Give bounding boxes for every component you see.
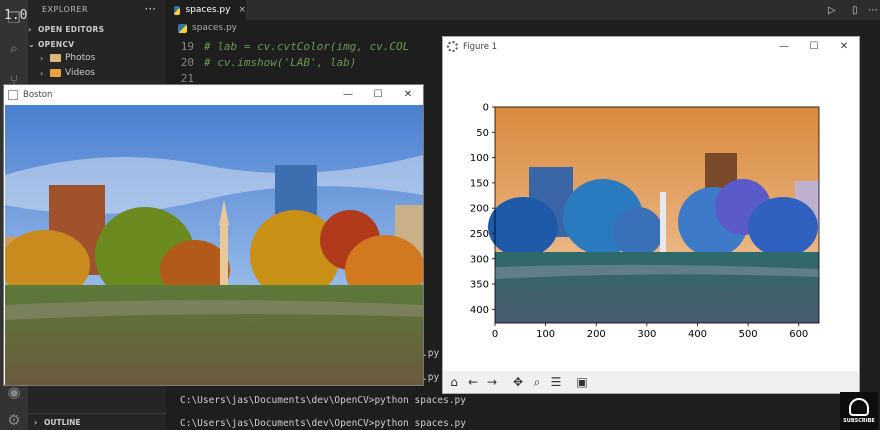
zoom-icon[interactable]: ⌕ xyxy=(528,373,546,391)
y-tick-label: 0 xyxy=(483,103,489,114)
sidebar-item-videos[interactable]: › Videos xyxy=(28,66,166,80)
sidebar-item-label: Photos xyxy=(65,53,96,63)
y-tick-label: 250 xyxy=(470,229,489,240)
maximize-button[interactable]: ☐ xyxy=(799,41,829,52)
back-icon[interactable]: ← xyxy=(464,373,482,391)
window-title-bar[interactable]: Figure 1 — ☐ ✕ xyxy=(443,37,859,56)
code-text: # lab = cv.cvtColor(img, cv.COL xyxy=(204,40,410,53)
x-tick-label: 500 xyxy=(739,329,758,340)
boston-photo xyxy=(5,105,423,385)
folder-icon xyxy=(50,54,61,62)
breadcrumb[interactable]: spaces.py xyxy=(166,20,880,36)
chevron-right-icon: › xyxy=(28,24,32,34)
minimize-button[interactable]: — xyxy=(769,41,799,52)
explorer-title: EXPLORER xyxy=(42,5,88,14)
forward-icon[interactable]: → xyxy=(483,373,501,391)
close-icon[interactable]: × xyxy=(238,5,246,15)
code-line[interactable]: 19 # lab = cv.cvtColor(img, cv.COL xyxy=(166,40,446,56)
folder-label: OPENCV xyxy=(38,39,75,49)
y-tick-label: 400 xyxy=(470,305,489,316)
terminal-fragment: .py xyxy=(422,348,440,359)
terminal-line: C:\Users\jas\Documents\dev\OpenCV>python… xyxy=(180,418,466,429)
code-text: # cv.imshow('LAB', lab) xyxy=(204,56,357,69)
y-tick-label: 150 xyxy=(470,178,489,189)
code-line[interactable]: 20 # cv.imshow('LAB', lab) xyxy=(166,56,446,72)
gear-icon[interactable]: ⚙ xyxy=(4,410,24,430)
more-actions-icon[interactable]: ⋯ xyxy=(868,5,878,16)
x-tick-label: 300 xyxy=(637,329,656,340)
terminal-line: C:\Users\jas\Documents\dev\OpenCV>python… xyxy=(180,395,466,406)
open-editors-label: OPEN EDITORS xyxy=(38,24,105,34)
more-actions-icon[interactable]: ··· xyxy=(145,2,156,16)
chevron-down-icon: ⌄ xyxy=(28,39,36,49)
line-number: 19 xyxy=(180,40,194,53)
logo-icon xyxy=(849,398,869,416)
y-tick-label: 100 xyxy=(470,153,489,164)
maximize-button[interactable]: ☐ xyxy=(363,89,393,100)
x-tick-label: 0 xyxy=(492,329,498,340)
x-tick-label: 200 xyxy=(587,329,606,340)
figure-window[interactable]: Figure 1 — ☐ ✕ 0 100 200 300 400 500 600… xyxy=(442,36,860,394)
outline-section[interactable]: › OUTLINE xyxy=(28,413,166,430)
tab-spaces-py[interactable]: spaces.py × xyxy=(166,0,246,20)
y-tick-label: 300 xyxy=(470,254,489,265)
y-tick-label: 350 xyxy=(470,280,489,291)
image-plot[interactable]: 0 100 200 300 400 500 600 0 50 100 150 200 250 300 35… xyxy=(443,57,859,371)
chevron-right-icon: › xyxy=(40,68,44,78)
subscribe-badge[interactable]: SUBSCRIBE xyxy=(840,392,878,430)
pan-icon[interactable]: ✥ xyxy=(509,373,527,391)
x-tick-label: 400 xyxy=(688,329,707,340)
y-tick-label: 200 xyxy=(470,204,489,215)
x-tick-label: 100 xyxy=(536,329,555,340)
close-button[interactable]: ✕ xyxy=(393,89,423,100)
x-axis: 0 100 200 300 400 500 600 xyxy=(492,323,808,340)
save-icon[interactable]: ▣ xyxy=(573,373,591,391)
breadcrumb-label: spaces.py xyxy=(192,23,237,33)
window-icon xyxy=(8,89,18,100)
tab-label: spaces.py xyxy=(185,5,231,15)
x-tick-label: 600 xyxy=(789,329,808,340)
y-axis: 0 50 100 150 200 250 300 350 400 xyxy=(470,103,495,316)
matplotlib-icon xyxy=(447,41,458,52)
window-title: Figure 1 xyxy=(463,41,498,52)
chevron-right-icon: › xyxy=(40,53,44,63)
configure-icon[interactable]: ☰ xyxy=(547,373,565,391)
subscribe-label: SUBSCRIBE xyxy=(843,418,875,424)
close-button[interactable]: ✕ xyxy=(829,41,859,52)
y-tick-label: 50 xyxy=(476,128,489,139)
minimize-button[interactable]: — xyxy=(333,89,363,100)
window-title: Boston xyxy=(23,89,53,100)
terminal-fragment: .py xyxy=(422,372,440,383)
search-icon[interactable]: ⌕ xyxy=(4,38,24,58)
python-file-icon xyxy=(174,5,181,15)
opencv-folder[interactable]: ⌄ OPENCV xyxy=(28,37,166,51)
outline-label: OUTLINE xyxy=(44,417,81,427)
run-icon[interactable]: ▷ xyxy=(828,5,836,16)
sidebar-item-label: Videos xyxy=(65,68,95,78)
sidebar-item-photos[interactable]: › Photos xyxy=(28,51,166,65)
tab-bar: spaces.py × ▷ ▯ ⋯ xyxy=(166,0,880,20)
folder-icon xyxy=(50,69,61,77)
figure-toolbar: ⌂ ← → ✥ ⌕ ☰ ▣ xyxy=(443,371,859,393)
python-file-icon xyxy=(178,23,187,33)
boston-window[interactable]: Boston — ☐ ✕ xyxy=(3,84,424,386)
chevron-right-icon: › xyxy=(34,417,38,427)
line-number: 20 xyxy=(180,56,194,69)
open-editors-section[interactable]: › OPEN EDITORS xyxy=(28,22,166,36)
plot-image xyxy=(488,107,819,323)
split-editor-icon[interactable]: ▯ xyxy=(852,5,858,16)
home-icon[interactable]: ⌂ xyxy=(445,373,463,391)
window-title-bar[interactable]: Boston — ☐ ✕ xyxy=(4,85,423,104)
